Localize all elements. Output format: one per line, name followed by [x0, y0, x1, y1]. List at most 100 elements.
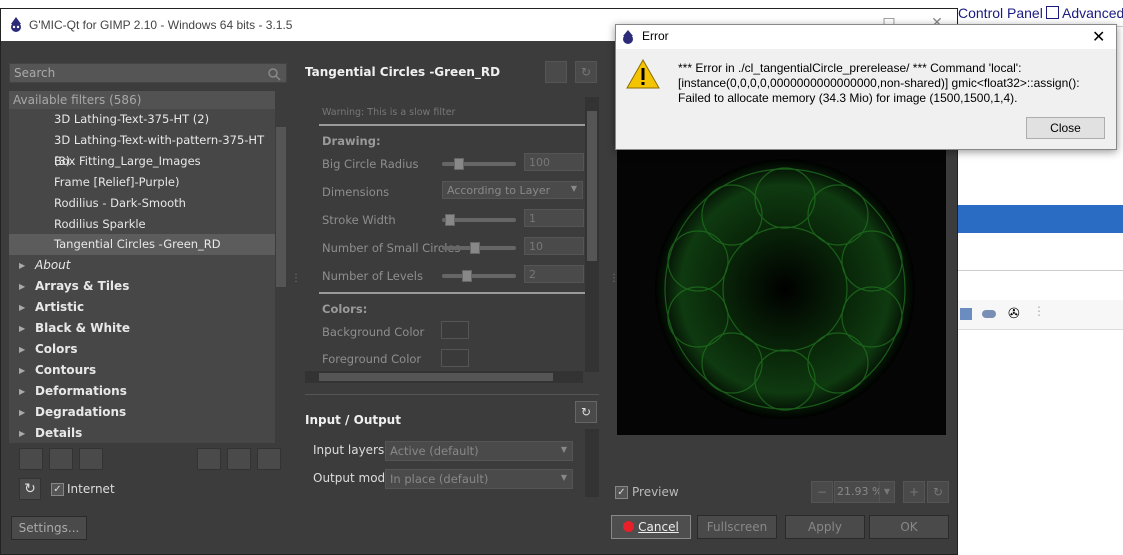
- levels-slider[interactable]: [442, 270, 516, 282]
- fullscreen-button[interactable]: Fullscreen: [697, 515, 777, 539]
- filter-item[interactable]: 3D Lathing-Text-with-pattern-375-HT (3): [54, 130, 275, 168]
- param-label: Foreground Color: [322, 352, 422, 366]
- dimensions-select[interactable]: According to Layer ▼: [442, 181, 583, 199]
- gmic-logo-icon: [623, 30, 633, 44]
- param-label: Dimensions: [322, 185, 390, 199]
- apply-button[interactable]: Apply: [785, 515, 865, 539]
- output-mode-label: Output mode: [313, 471, 393, 485]
- search-input[interactable]: Search: [9, 63, 287, 83]
- chevron-right-icon: ▶: [19, 324, 26, 333]
- folder-label: Black & White: [35, 321, 131, 335]
- folder-arrays-tiles[interactable]: ▶ Arrays & Tiles: [9, 276, 275, 297]
- zoom-in-button[interactable]: +: [903, 481, 925, 503]
- scroll-thumb[interactable]: [587, 111, 597, 261]
- app-icon[interactable]: [982, 310, 996, 318]
- refresh-icon[interactable]: ↻: [575, 401, 597, 423]
- stroke-width-slider[interactable]: [442, 214, 516, 226]
- internet-checkbox[interactable]: ✓: [51, 483, 64, 496]
- visibility-button[interactable]: [197, 448, 221, 470]
- scroll-thumb[interactable]: [276, 127, 286, 287]
- zoom-out-button[interactable]: −: [811, 481, 833, 503]
- folder-label: Degradations: [35, 405, 127, 419]
- param-label: Number of Small Circles: [322, 241, 461, 255]
- refresh-icon[interactable]: ↻: [19, 478, 41, 500]
- filter-item-selected[interactable]: Tangential Circles -Green_RD: [9, 234, 275, 255]
- folder-deformations[interactable]: ▶ Deformations: [9, 381, 275, 402]
- io-scrollbar[interactable]: [585, 429, 599, 497]
- advanced-tab[interactable]: Advanced: [1062, 5, 1123, 25]
- param-label: Number of Levels: [322, 269, 423, 283]
- warning-icon: [626, 59, 660, 89]
- folder-degradations[interactable]: ▶ Degradations: [9, 402, 275, 423]
- folder-label: Details: [35, 426, 83, 440]
- chevron-right-icon: ▶: [19, 303, 26, 312]
- input-layers-select[interactable]: Active (default) ▼: [385, 441, 573, 461]
- filter-item[interactable]: Frame [Relief]-Purple): [54, 172, 179, 193]
- divider: [305, 394, 599, 395]
- zoom-reset-icon[interactable]: ↻: [927, 481, 949, 503]
- folder-black-white[interactable]: ▶ Black & White: [9, 318, 275, 339]
- chevron-down-icon[interactable]: ▼: [879, 481, 895, 503]
- small-circles-spinbox[interactable]: 10: [524, 237, 584, 255]
- folder-about[interactable]: ▶ About: [9, 255, 275, 276]
- output-mode-value: In place (default): [390, 472, 489, 486]
- folder-colors[interactable]: ▶ Colors: [9, 339, 275, 360]
- params-scrollbar[interactable]: [585, 97, 599, 372]
- preview-canvas[interactable]: [617, 149, 946, 435]
- background-color-button[interactable]: [441, 321, 469, 339]
- preview-checkbox[interactable]: ✓: [615, 486, 628, 499]
- rename-fave-button[interactable]: [79, 448, 103, 470]
- chevron-right-icon: ▶: [19, 366, 26, 375]
- selection-mode-button[interactable]: [227, 448, 251, 470]
- control-panel-tab[interactable]: Control Panel: [958, 5, 1043, 25]
- warning-text: Warning: This is a slow filter: [322, 107, 456, 118]
- stroke-width-spinbox[interactable]: 1: [524, 209, 584, 227]
- filter-item[interactable]: Box Fitting_Large_Images: [54, 151, 201, 172]
- expand-button[interactable]: [257, 448, 281, 470]
- reset-icon[interactable]: ↻: [575, 61, 597, 83]
- small-circles-slider[interactable]: [442, 242, 516, 254]
- foreground-color-button[interactable]: [441, 349, 469, 367]
- folder-contours[interactable]: ▶ Contours: [9, 360, 275, 381]
- drawing-section: Drawing:: [322, 134, 381, 148]
- cancel-button[interactable]: Cancel: [611, 515, 691, 539]
- filter-item[interactable]: 3D Lathing-Text-375-HT (2): [54, 109, 209, 130]
- folder-label: Artistic: [35, 300, 85, 314]
- folder-details[interactable]: ▶ Details: [9, 423, 275, 444]
- add-fave-button[interactable]: [19, 448, 43, 470]
- copy-button[interactable]: [545, 61, 567, 83]
- colors-section: Colors:: [322, 302, 368, 316]
- app-icon[interactable]: [960, 308, 972, 320]
- close-button[interactable]: Close: [1026, 117, 1105, 139]
- error-title-bar: Error: [616, 25, 1116, 49]
- filter-item[interactable]: Rodilius - Dark-Smooth: [54, 193, 186, 214]
- param-label: Background Color: [322, 325, 425, 339]
- splitter-handle[interactable]: ⋮: [291, 273, 301, 284]
- param-label: Big Circle Radius: [322, 157, 419, 171]
- scroll-thumb[interactable]: [319, 373, 553, 381]
- slider-handle[interactable]: [470, 242, 480, 254]
- remove-fave-button[interactable]: [49, 448, 73, 470]
- slider-handle[interactable]: [462, 270, 472, 282]
- big-circle-radius-spinbox[interactable]: 100: [524, 153, 584, 171]
- filter-tree[interactable]: 3D Lathing-Text-375-HT (2) 3D Lathing-Te…: [9, 109, 275, 443]
- params-hscrollbar[interactable]: [305, 371, 583, 383]
- chevron-right-icon: ▶: [19, 387, 26, 396]
- levels-spinbox[interactable]: 2: [524, 265, 584, 283]
- close-icon[interactable]: ✕: [1092, 27, 1105, 46]
- fullscreen-label: Fullscreen: [706, 520, 768, 534]
- folder-artistic[interactable]: ▶ Artistic: [9, 297, 275, 318]
- big-circle-radius-slider[interactable]: [442, 158, 516, 170]
- settings-button[interactable]: Settings...: [11, 516, 87, 540]
- film-icon[interactable]: ✇: [1008, 306, 1020, 322]
- chevron-right-icon: ▶: [19, 261, 26, 270]
- filter-item[interactable]: Rodilius Sparkle: [54, 214, 146, 235]
- slider-handle[interactable]: [454, 158, 464, 170]
- slider-handle[interactable]: [445, 214, 455, 226]
- gmic-logo-icon: [11, 17, 21, 32]
- output-mode-select[interactable]: In place (default) ▼: [385, 469, 573, 489]
- search-icon: [268, 68, 281, 81]
- ok-button[interactable]: OK: [869, 515, 949, 539]
- filter-scrollbar[interactable]: [275, 109, 287, 443]
- folder-label: Contours: [35, 363, 97, 377]
